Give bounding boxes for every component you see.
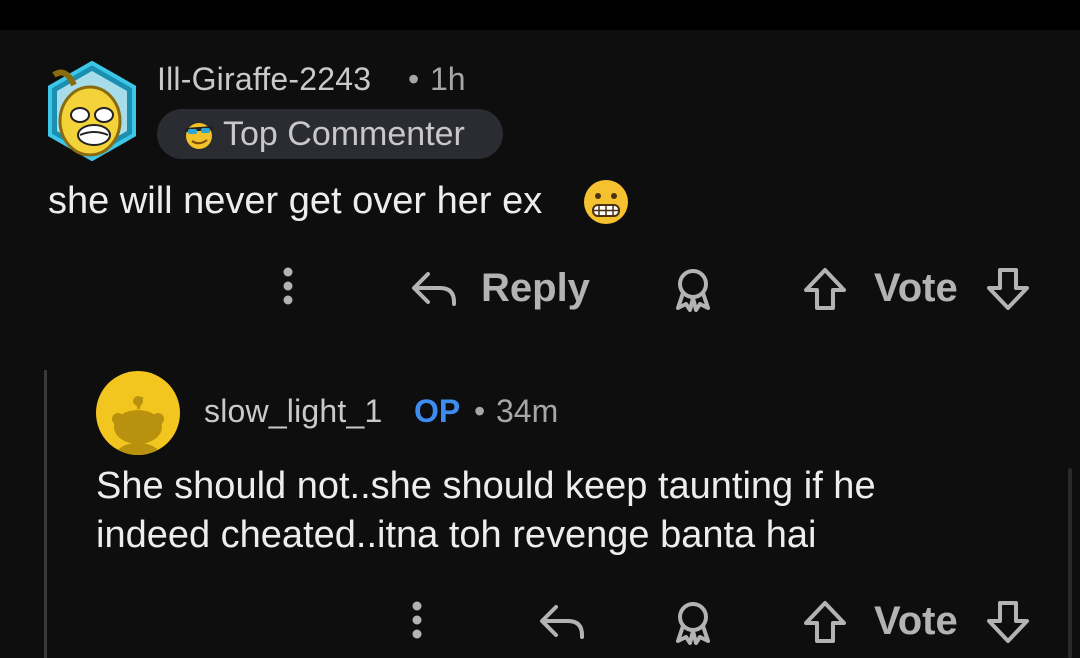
username-1[interactable]: Ill-Giraffe-2243 xyxy=(157,61,371,98)
award-icon[interactable] xyxy=(670,599,716,650)
thread-line[interactable] xyxy=(44,370,47,658)
vote-count-1: Vote xyxy=(874,266,958,310)
sunglasses-flair-icon xyxy=(181,118,217,150)
timestamp-1: 1h xyxy=(430,61,466,97)
scrollbar[interactable] xyxy=(1068,468,1072,658)
comment-text-1: she will never get over her ex xyxy=(48,180,543,222)
downvote-icon[interactable] xyxy=(985,266,1031,317)
username-2[interactable]: slow_light_1 xyxy=(204,393,383,430)
user-flair: Top Commenter xyxy=(157,109,503,159)
flair-label: Top Commenter xyxy=(223,115,465,153)
separator-dot-1: • xyxy=(408,61,420,97)
top-bar xyxy=(0,0,1080,30)
separator-dot-2: • xyxy=(474,393,486,429)
award-icon[interactable] xyxy=(670,266,716,317)
comment-text-2-line-2: indeed cheated..itna toh revenge banta h… xyxy=(96,514,817,556)
snoo-avatar-icon[interactable] xyxy=(96,371,180,455)
vote-count-2: Vote xyxy=(874,599,958,643)
grimacing-face-icon xyxy=(582,178,630,226)
reply-icon[interactable] xyxy=(410,268,458,313)
upvote-icon[interactable] xyxy=(802,599,848,650)
timestamp-2: 34m xyxy=(496,393,559,429)
comment-text-2-line-1: She should not..she should keep taunting… xyxy=(96,465,876,507)
op-badge: OP xyxy=(414,393,461,429)
more-options-icon[interactable] xyxy=(409,600,425,645)
downvote-icon[interactable] xyxy=(985,599,1031,650)
more-options-icon[interactable] xyxy=(280,266,296,311)
banana-avatar-icon[interactable] xyxy=(46,60,138,162)
reply-button[interactable]: Reply xyxy=(481,266,590,311)
upvote-icon[interactable] xyxy=(802,266,848,317)
reply-icon[interactable] xyxy=(538,601,586,646)
